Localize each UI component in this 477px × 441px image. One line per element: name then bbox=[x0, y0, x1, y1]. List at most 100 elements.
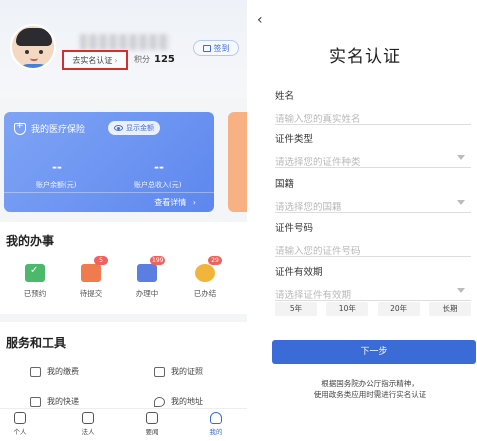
affair-label: 已办结 bbox=[193, 289, 217, 298]
year-option-10[interactable]: 10年 bbox=[326, 302, 369, 316]
avatar-mouth bbox=[30, 58, 38, 61]
chevron-right-icon: › bbox=[192, 198, 196, 207]
chevron-down-icon bbox=[457, 155, 465, 160]
validity-field: 证件有效期 bbox=[275, 264, 471, 301]
service-item-address[interactable]: 我的地址 bbox=[154, 396, 203, 407]
notice-line: 根据国务院办公厅指示精神， bbox=[321, 379, 419, 388]
id-number-input[interactable] bbox=[275, 246, 471, 257]
page-title: 实名认证 bbox=[329, 47, 401, 67]
calendar-check-icon: ✓ bbox=[25, 264, 45, 282]
points-value: 125 bbox=[154, 54, 175, 65]
personal-center-panel: 去实名认证 › 积分 125 签到 我的医疗保险 显示金额 -- 账户余额(元) … bbox=[0, 0, 247, 441]
chevron-right-icon: › bbox=[114, 55, 118, 65]
services-tools-section: 服务和工具 我的缴费 我的证照 我的快递 我的地址 bbox=[0, 322, 247, 410]
signin-label: 签到 bbox=[213, 43, 230, 53]
license-icon bbox=[154, 366, 165, 377]
nationality-field: 国籍 bbox=[275, 176, 471, 213]
tab-label: 法人 bbox=[81, 428, 95, 436]
validity-select[interactable] bbox=[275, 290, 471, 301]
bottom-tab-bar: 个人 法人 要闻 我的 bbox=[0, 408, 247, 441]
affair-item-pending[interactable]: 5 待提交 bbox=[66, 256, 116, 299]
avatar-eye bbox=[25, 50, 29, 54]
insurance-header: 我的医疗保险 bbox=[14, 121, 86, 135]
name-field: 姓名 bbox=[275, 88, 471, 125]
balance-value: -- bbox=[52, 160, 62, 174]
affair-item-processing[interactable]: 199 办理中 bbox=[122, 256, 172, 299]
service-label: 我的缴费 bbox=[47, 367, 79, 376]
id-number-label: 证件号码 bbox=[275, 223, 314, 234]
wallet-icon bbox=[30, 366, 41, 377]
service-label: 我的快递 bbox=[47, 397, 79, 406]
my-affairs-section: 我的办事 ✓ 已预约 5 待提交 199 办理中 29 已办结 bbox=[0, 222, 247, 314]
blurred-username bbox=[80, 34, 170, 50]
count-badge: 199 bbox=[150, 256, 166, 265]
chevron-down-icon bbox=[457, 200, 465, 205]
section-title: 服务和工具 bbox=[6, 336, 67, 350]
affair-label: 待提交 bbox=[79, 289, 103, 298]
service-item-payment[interactable]: 我的缴费 bbox=[30, 366, 79, 377]
id-type-field: 证件类型 bbox=[275, 131, 471, 168]
pin-icon: 199 bbox=[137, 256, 166, 282]
insurance-title: 我的医疗保险 bbox=[31, 125, 86, 135]
my-icon bbox=[210, 412, 222, 424]
person-icon bbox=[14, 412, 26, 424]
next-card-peek[interactable] bbox=[228, 112, 247, 212]
show-amount-button[interactable]: 显示金额 bbox=[108, 121, 160, 135]
income-label: 账户总收入(元) bbox=[134, 181, 182, 189]
affair-label: 办理中 bbox=[135, 289, 159, 298]
tab-personal[interactable]: 个人 bbox=[0, 412, 40, 436]
tab-my[interactable]: 我的 bbox=[196, 412, 236, 436]
done-icon: 29 bbox=[195, 256, 222, 282]
avatar-eye bbox=[39, 50, 43, 54]
affair-item-completed[interactable]: 29 已办结 bbox=[180, 256, 230, 299]
name-input[interactable] bbox=[275, 114, 471, 125]
avatar-body bbox=[18, 64, 50, 68]
avatar[interactable] bbox=[10, 24, 56, 70]
next-step-button[interactable]: 下一步 bbox=[272, 340, 476, 364]
service-label: 我的证照 bbox=[171, 367, 203, 376]
tab-label: 我的 bbox=[209, 428, 223, 436]
go-verify-label: 去实名认证 bbox=[72, 55, 113, 65]
view-details-link[interactable]: 查看详情 › bbox=[4, 192, 214, 212]
year-option-5[interactable]: 5年 bbox=[275, 302, 317, 316]
count-badge: 5 bbox=[94, 256, 108, 265]
tab-enterprise[interactable]: 法人 bbox=[68, 412, 108, 436]
nationality-select[interactable] bbox=[275, 202, 471, 213]
location-icon bbox=[154, 396, 165, 407]
points-label: 积分 bbox=[134, 55, 150, 64]
affair-label: 已预约 bbox=[23, 289, 47, 298]
parcel-icon bbox=[30, 396, 41, 407]
real-name-verification-panel: ‹ 实名认证 姓名 证件类型 国籍 证件号码 证件有效期 5年 10年 20年 … bbox=[253, 0, 477, 441]
id-type-label: 证件类型 bbox=[275, 134, 314, 145]
service-item-license[interactable]: 我的证照 bbox=[154, 366, 203, 377]
count-badge: 29 bbox=[208, 256, 222, 265]
eye-icon bbox=[114, 125, 123, 131]
validity-label: 证件有效期 bbox=[275, 267, 323, 278]
id-number-field: 证件号码 bbox=[275, 220, 471, 257]
income-value: -- bbox=[154, 160, 164, 174]
id-type-select[interactable] bbox=[275, 157, 471, 168]
signin-button[interactable]: 签到 bbox=[193, 40, 239, 56]
avatar-hair bbox=[16, 28, 52, 46]
nationality-label: 国籍 bbox=[275, 179, 295, 190]
chevron-down-icon bbox=[457, 288, 465, 293]
inbox-icon: 5 bbox=[81, 256, 108, 282]
view-details-label: 查看详情 bbox=[154, 198, 187, 207]
balance-label: 账户余额(元) bbox=[36, 181, 77, 189]
back-icon[interactable]: ‹ bbox=[257, 12, 263, 28]
tab-label: 要闻 bbox=[145, 428, 159, 436]
service-item-express[interactable]: 我的快递 bbox=[30, 396, 79, 407]
go-verify-link[interactable]: 去实名认证 › bbox=[62, 50, 128, 70]
medical-insurance-card[interactable]: 我的医疗保险 显示金额 -- 账户余额(元) -- 账户总收入(元) 查看详情 … bbox=[4, 112, 214, 212]
year-option-20[interactable]: 20年 bbox=[377, 302, 420, 316]
notice-line: 使用政务类应用时需进行实名认证 bbox=[313, 390, 427, 399]
verification-notice: 根据国务院办公厅指示精神， 使用政务类应用时需进行实名认证 bbox=[263, 378, 477, 400]
shield-icon bbox=[14, 121, 26, 135]
tab-news[interactable]: 要闻 bbox=[132, 412, 172, 436]
enterprise-icon bbox=[82, 412, 94, 424]
section-title: 我的办事 bbox=[6, 234, 55, 248]
news-icon bbox=[146, 412, 158, 424]
year-option-long-term[interactable]: 长期 bbox=[428, 302, 471, 316]
affair-item-reserved[interactable]: ✓ 已预约 bbox=[10, 264, 60, 299]
points-display: 积分 125 bbox=[134, 54, 175, 65]
